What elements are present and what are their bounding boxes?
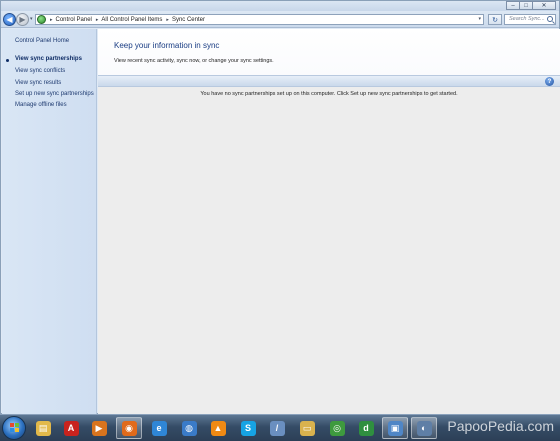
breadcrumb-sync-center[interactable]: Sync Center <box>172 17 205 23</box>
pen-tool-icon: / <box>269 420 285 436</box>
taskbar-button[interactable]: ▶ <box>86 417 112 439</box>
taskbar-button[interactable]: S <box>235 417 261 439</box>
taskbar: ▤ A ▶ ◉ e ◍ ▲ S / ▭ ◎ d ▣ ◐ PapooPedia.com <box>0 414 560 441</box>
title-bar: – □ ✕ <box>1 1 559 11</box>
task-set-up-new-sync-partnerships[interactable]: Set up new sync partnerships <box>15 91 94 97</box>
skype-icon: S <box>240 420 256 436</box>
sync-center-icon: ◐ <box>416 420 432 436</box>
sync-center-icon <box>37 15 46 24</box>
navigation-bar: ◀ ▶ ▾ ▸ Control Panel ▸ All Control Pane… <box>1 11 559 28</box>
minimize-button[interactable]: – <box>506 1 520 10</box>
breadcrumb-separator-icon[interactable]: ▸ <box>166 17 169 23</box>
taskbar-button[interactable]: ▣ <box>382 417 408 439</box>
page-header: Keep your information in sync View recen… <box>98 29 560 75</box>
command-bar: ? <box>98 75 560 87</box>
active-bullet-icon <box>6 59 9 62</box>
taskbar-button[interactable]: ◉ <box>116 417 142 439</box>
forward-button[interactable]: ▶ <box>16 13 29 26</box>
internet-explorer-icon: e <box>151 420 167 436</box>
taskbar-button[interactable]: / <box>264 417 290 439</box>
close-button[interactable]: ✕ <box>532 1 556 10</box>
dreamweaver-icon: d <box>358 420 374 436</box>
main-content: Keep your information in sync View recen… <box>98 29 560 414</box>
firefox-icon: ◉ <box>121 420 137 436</box>
taskbar-button[interactable]: ◍ <box>176 417 202 439</box>
address-dropdown-icon[interactable]: ▾ <box>478 16 481 22</box>
vlc-icon: ▲ <box>210 420 226 436</box>
search-placeholder: Search Sync... <box>509 16 545 22</box>
remote-desktop-icon: ▣ <box>387 420 403 436</box>
breadcrumb-separator-icon[interactable]: ▸ <box>96 17 99 23</box>
watermark-text: PapooPedia.com <box>447 418 554 434</box>
page-subtitle: View recent sync activity, sync now, or … <box>114 58 274 64</box>
breadcrumb-control-panel[interactable]: Control Panel <box>56 17 92 23</box>
search-icon[interactable] <box>547 16 553 22</box>
taskbar-button[interactable]: ▲ <box>205 417 231 439</box>
help-icon[interactable]: ? <box>545 77 554 86</box>
taskbar-button[interactable]: ▭ <box>294 417 320 439</box>
task-view-sync-conflicts[interactable]: View sync conflicts <box>15 68 65 74</box>
start-button[interactable] <box>2 416 26 440</box>
media-player-icon: ▶ <box>91 420 107 436</box>
breadcrumb-all-items[interactable]: All Control Panel Items <box>101 17 162 23</box>
address-bar[interactable]: ▸ Control Panel ▸ All Control Panel Item… <box>35 14 484 25</box>
breadcrumb-separator-icon[interactable]: ▸ <box>50 17 53 23</box>
search-input[interactable]: Search Sync... <box>504 14 556 25</box>
task-pane: Control Panel Home View sync partnership… <box>2 29 97 414</box>
task-view-sync-results[interactable]: View sync results <box>15 80 61 86</box>
page-title: Keep your information in sync <box>114 41 220 50</box>
empty-state-message: You have no sync partnerships set up on … <box>200 91 458 97</box>
recent-pages-dropdown[interactable]: ▾ <box>30 16 33 22</box>
acrobat-icon: A <box>63 420 79 436</box>
taskbar-button[interactable]: ◎ <box>324 417 350 439</box>
back-button[interactable]: ◀ <box>3 13 16 26</box>
maximize-button[interactable]: □ <box>519 1 533 10</box>
taskbar-button[interactable]: ◐ <box>411 417 437 439</box>
taskbar-button[interactable]: A <box>58 417 84 439</box>
refresh-button[interactable]: ↻ <box>488 14 502 25</box>
chrome-icon: ◎ <box>329 420 345 436</box>
taskbar-button[interactable]: e <box>146 417 172 439</box>
control-panel-home-link[interactable]: Control Panel Home <box>15 38 69 44</box>
window-controls: – □ ✕ <box>506 1 556 10</box>
folder-icon: ▭ <box>299 420 315 436</box>
sync-center-window: – □ ✕ ◀ ▶ ▾ ▸ Control Panel ▸ All Contro… <box>0 0 560 414</box>
task-view-sync-partnerships[interactable]: View sync partnerships <box>15 56 82 62</box>
taskbar-button[interactable]: ▤ <box>30 417 56 439</box>
taskbar-button[interactable]: d <box>353 417 379 439</box>
network-icon: ◍ <box>181 420 197 436</box>
explorer-icon: ▤ <box>35 420 51 436</box>
task-manage-offline-files[interactable]: Manage offline files <box>15 102 67 108</box>
